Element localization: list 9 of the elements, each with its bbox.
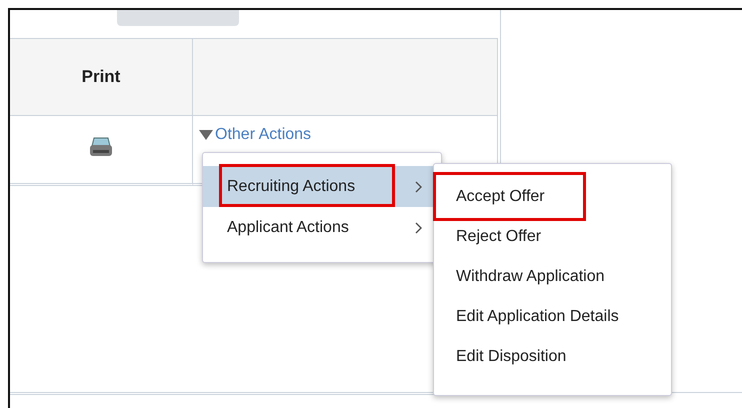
submenu-item[interactable]: Withdraw Application [434,257,671,297]
other-actions-link[interactable]: Other Actions [199,126,312,144]
chevron-right-icon [415,180,423,192]
caret-down-icon [199,130,213,140]
pager-button[interactable] [117,10,239,26]
chevron-right-icon [415,222,423,234]
submenu-item[interactable]: Edit Application Details [434,297,671,337]
submenu-item[interactable]: Edit Disposition [434,337,671,377]
column-header: Print [10,38,193,116]
